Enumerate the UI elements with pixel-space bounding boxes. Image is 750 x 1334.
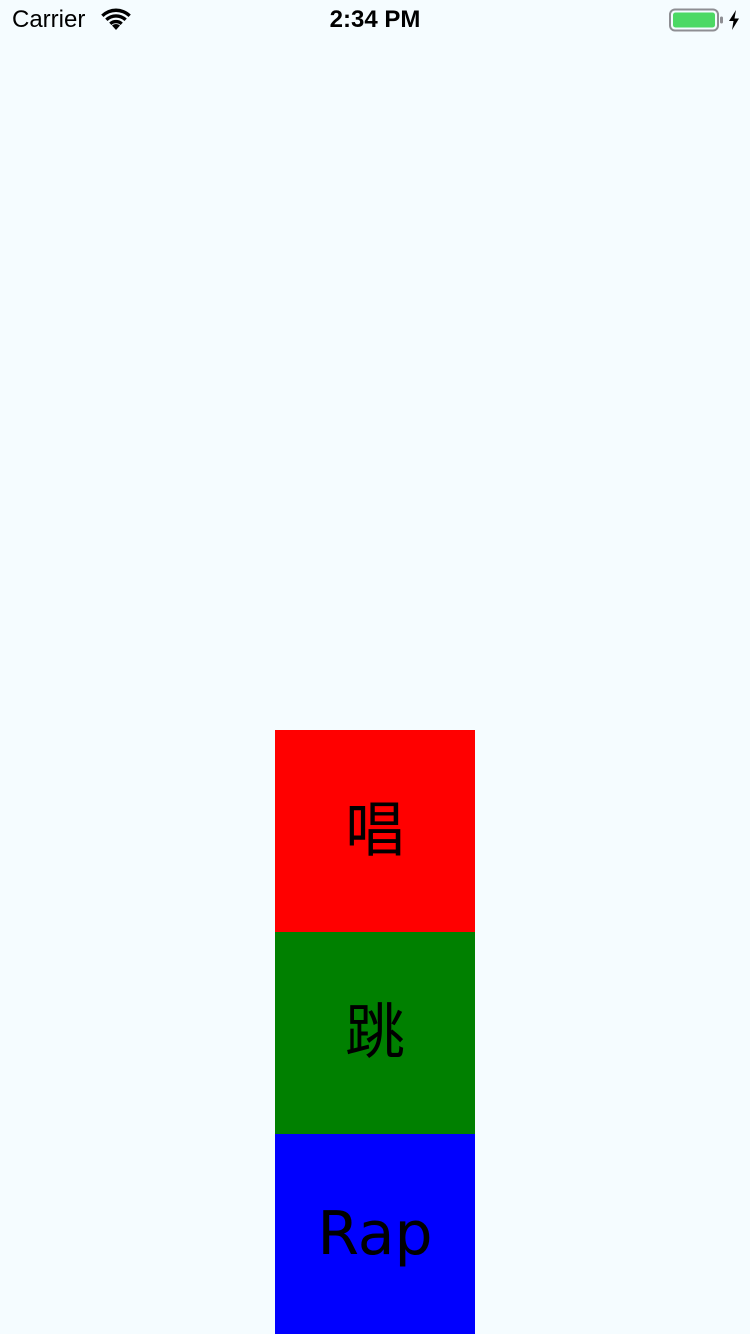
tile-rap-label: Rap — [317, 1199, 433, 1269]
status-bar: Carrier 2:34 PM — [0, 0, 750, 40]
tile-dance: 跳 — [275, 932, 475, 1134]
tile-rap: Rap — [275, 1134, 475, 1334]
status-time: 2:34 PM — [329, 6, 421, 33]
battery-icon — [669, 8, 723, 32]
tile-dance-label: 跳 — [345, 998, 405, 1068]
tile-sing: 唱 — [275, 730, 475, 932]
tile-sing-label: 唱 — [345, 796, 405, 866]
bolt-icon — [729, 10, 739, 30]
